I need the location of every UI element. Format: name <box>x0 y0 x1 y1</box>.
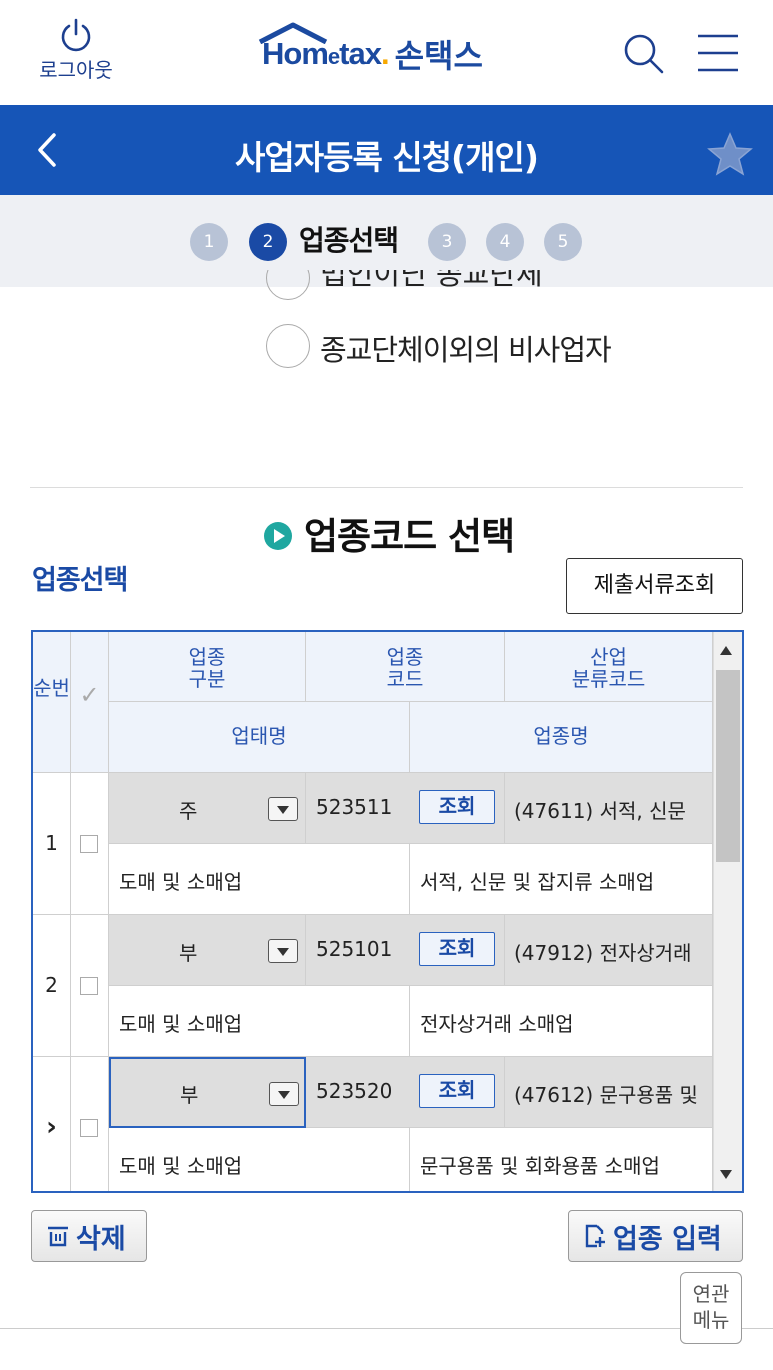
row-2-checkbox[interactable] <box>80 977 98 995</box>
header-industry-name: 업종명 <box>410 702 713 773</box>
dropdown-icon[interactable] <box>268 797 298 821</box>
star-icon <box>707 132 753 176</box>
radio-religious-org[interactable] <box>266 270 310 300</box>
hamburger-icon <box>698 34 738 72</box>
row-2-name: 전자상거래 소매업 <box>410 986 713 1057</box>
delete-button[interactable]: 삭제 <box>31 1210 147 1262</box>
row-3-business: 도매 및 소매업 <box>109 1128 410 1191</box>
title-bar: 사업자등록 신청(개인) <box>0 105 773 195</box>
radio-non-business[interactable] <box>266 324 310 368</box>
header-check[interactable]: ✓ <box>71 632 109 773</box>
radio-religious-org-label: 법인이닌 종교단체 <box>320 270 543 291</box>
file-add-icon <box>585 1224 605 1248</box>
row-2-check-cell <box>71 915 109 1057</box>
row-2-code-cell: 525101 조회 <box>306 915 505 986</box>
header-industry-code: 산업 분류코드 <box>505 632 713 702</box>
row-1-check-cell <box>71 773 109 915</box>
header-seq: 순번 <box>33 632 71 773</box>
step-3: 3 <box>428 223 466 261</box>
header-type: 업종 구분 <box>109 632 306 702</box>
row-3-indicator: › <box>33 1057 71 1191</box>
logo-korean: 손택스 <box>394 37 483 75</box>
row-1-type[interactable]: 주 <box>109 773 306 844</box>
sub-title: 업종선택 <box>32 565 128 596</box>
scrollbar-thumb[interactable] <box>716 670 740 862</box>
row-1-seq: 1 <box>33 773 71 915</box>
step-5: 5 <box>544 223 582 261</box>
step-2: 2 <box>249 223 287 261</box>
step-4: 4 <box>486 223 524 261</box>
row-1-checkbox[interactable] <box>80 835 98 853</box>
row-2-industry-code: (47912) 전자상거래 <box>505 915 713 986</box>
related-menu-button[interactable]: 연관 메뉴 <box>680 1272 742 1344</box>
divider <box>30 487 743 488</box>
submit-docs-button[interactable]: 제출서류조회 <box>566 558 743 614</box>
row-2-seq: 2 <box>33 915 71 1057</box>
logout-button[interactable]: 로그아웃 <box>30 18 122 83</box>
search-button[interactable] <box>620 30 666 76</box>
logout-label: 로그아웃 <box>39 58 113 82</box>
row-3-lookup-button[interactable]: 조회 <box>419 1074 495 1108</box>
row-2-lookup-button[interactable]: 조회 <box>419 932 495 966</box>
logo-text: Hometax. <box>258 22 390 72</box>
row-3-industry-code: (47612) 문구용품 및 <box>505 1057 713 1128</box>
header-business-name: 업태명 <box>109 702 410 773</box>
top-bar: 로그아웃 Hometax. 손택스 <box>0 0 773 105</box>
add-industry-button[interactable]: 업종 입력 <box>568 1210 743 1262</box>
row-3-code-cell: 523520 조회 <box>306 1057 505 1128</box>
row-3-check-cell <box>71 1057 109 1191</box>
dropdown-icon[interactable] <box>268 939 298 963</box>
industry-grid: 순번 ✓ 업종 구분 업종 코드 산업 분류코드 업태명 업종명 1 주 523… <box>31 630 744 1193</box>
footer-divider <box>0 1328 773 1329</box>
row-3-type[interactable]: 부 <box>109 1057 306 1128</box>
roof-icon <box>258 22 328 44</box>
row-1-lookup-button[interactable]: 조회 <box>419 790 495 824</box>
search-icon <box>624 34 664 74</box>
play-circle-icon <box>264 522 292 550</box>
row-2-business: 도매 및 소매업 <box>109 986 410 1057</box>
row-3-checkbox[interactable] <box>80 1119 98 1137</box>
power-icon <box>61 18 91 52</box>
section-title: 업종코드 선택 <box>264 506 515 560</box>
header-code: 업종 코드 <box>306 632 505 702</box>
menu-button[interactable] <box>694 30 740 76</box>
radio-non-business-label: 종교단체이외의 비사업자 <box>320 333 612 367</box>
step-1: 1 <box>190 223 228 261</box>
favorite-button[interactable] <box>706 131 754 177</box>
step-active-label: 업종선택 <box>299 224 399 257</box>
row-1-business: 도매 및 소매업 <box>109 844 410 915</box>
row-1-code-cell: 523511 조회 <box>306 773 505 844</box>
scroll-down-icon[interactable] <box>720 1170 732 1179</box>
row-1-name: 서적, 신문 및 잡지류 소매업 <box>410 844 713 915</box>
row-3-name: 문구용품 및 회화용품 소매업 <box>410 1128 713 1191</box>
page-title: 사업자등록 신청(개인) <box>235 138 539 177</box>
row-2-type[interactable]: 부 <box>109 915 306 986</box>
scroll-up-icon[interactable] <box>720 646 732 655</box>
trash-icon <box>48 1226 68 1247</box>
row-1-industry-code: (47611) 서적, 신문 <box>505 773 713 844</box>
hometax-logo[interactable]: Hometax. 손택스 <box>258 22 483 86</box>
dropdown-icon[interactable] <box>269 1082 299 1106</box>
